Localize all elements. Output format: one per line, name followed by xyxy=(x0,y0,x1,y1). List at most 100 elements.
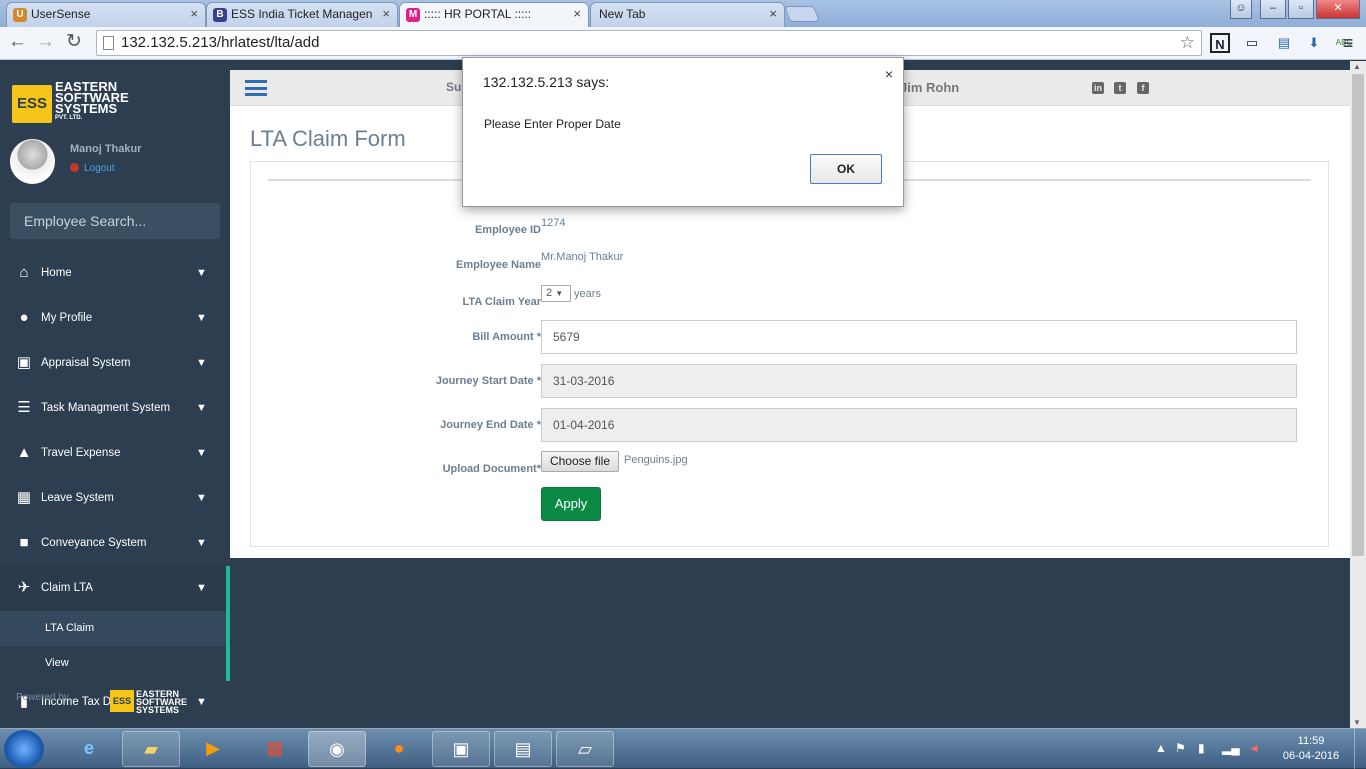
network-icon[interactable]: ▂▄ xyxy=(1222,741,1240,755)
submenu-view[interactable]: View xyxy=(0,646,226,681)
alert-dialog: 132.132.5.213 says: × Please Enter Prope… xyxy=(462,57,904,207)
menu-item-appraisal[interactable]: ▣ Appraisal System ▼ xyxy=(0,341,230,386)
image-viewer-icon[interactable]: ▣ xyxy=(432,731,490,767)
journey-end-label: Journey End Date * xyxy=(440,419,541,431)
action-center-flag-icon[interactable]: ⚑ xyxy=(1175,741,1186,755)
cast-extension-icon[interactable]: ▭ xyxy=(1242,33,1262,53)
linkedin-icon[interactable]: in xyxy=(1092,82,1104,94)
vertical-scrollbar[interactable]: ▲ ▼ xyxy=(1350,61,1366,729)
user-icon[interactable]: ☺ xyxy=(1230,0,1252,19)
screen-extension-icon[interactable]: ▤ xyxy=(1274,33,1294,53)
dialog-title: 132.132.5.213 says: xyxy=(483,74,610,90)
calendar-icon: ▦ xyxy=(16,489,32,506)
avatar[interactable] xyxy=(10,139,55,184)
minimize-icon[interactable]: – xyxy=(1260,0,1286,19)
bookmark-star-icon[interactable]: ☆ xyxy=(1180,31,1195,55)
notepad-icon[interactable]: ▱ xyxy=(556,731,614,767)
menu-label: Appraisal System xyxy=(41,357,131,369)
url-text: 132.132.5.213/hrlatest/lta/add xyxy=(121,34,320,51)
user-name[interactable]: Manoj Thakur xyxy=(70,143,142,155)
apply-button[interactable]: Apply xyxy=(541,487,601,521)
chevron-down-icon: ▼ xyxy=(555,289,564,298)
tab-title: New Tab xyxy=(599,7,646,21)
internet-explorer-icon[interactable]: e xyxy=(60,731,118,767)
chrome-taskbar-icon[interactable]: ◉ xyxy=(308,731,366,767)
submenu-lta-claim[interactable]: LTA Claim xyxy=(0,611,226,646)
menu-item-my-profile[interactable]: ● My Profile ▼ xyxy=(0,296,230,341)
plane-icon: ✈ xyxy=(17,579,31,596)
tray-expand-icon[interactable]: ▲ xyxy=(1155,741,1167,755)
menu-item-home[interactable]: ⌂ Home ▼ xyxy=(0,251,230,296)
bill-amount-input[interactable]: 5679 xyxy=(541,320,1297,354)
choose-file-button[interactable]: Choose file xyxy=(541,451,619,472)
firefox-icon[interactable]: ● xyxy=(370,731,428,767)
scroll-down-icon[interactable]: ▼ xyxy=(1353,718,1361,727)
scrollbar-thumb[interactable] xyxy=(1352,74,1364,556)
truck-icon: ■ xyxy=(19,534,29,551)
browser-tab-hr-portal[interactable]: M ::::: HR PORTAL ::::: × xyxy=(399,2,589,27)
clock-time: 11:59 xyxy=(1297,735,1325,747)
quote-author: Jim Rohn xyxy=(900,80,960,95)
company-logo: ESS EASTERN SOFTWARE SYSTEMS PVT. LTD. xyxy=(12,80,162,126)
twitter-icon[interactable]: t xyxy=(1114,82,1126,94)
close-tab-icon[interactable]: × xyxy=(190,3,198,25)
menu-item-conveyance[interactable]: ■ Conveyance System ▼ xyxy=(0,521,230,566)
show-desktop-button[interactable] xyxy=(1354,729,1366,769)
address-bar[interactable]: 132.132.5.213/hrlatest/lta/add ☆ xyxy=(96,30,1202,56)
claim-year-select[interactable]: 2 ▼ xyxy=(541,285,571,302)
close-icon[interactable]: × xyxy=(885,66,893,82)
new-tab-button[interactable] xyxy=(784,6,820,22)
employee-search-input[interactable]: Employee Search... xyxy=(10,203,220,239)
media-player-icon[interactable]: ▶ xyxy=(184,731,242,767)
system-clock[interactable]: 11:59 06-04-2016 xyxy=(1280,734,1342,764)
start-button[interactable] xyxy=(4,730,44,768)
menu-item-task-management[interactable]: ☰ Task Managment System ▼ xyxy=(0,386,230,431)
clock-date: 06-04-2016 xyxy=(1282,750,1340,762)
back-icon[interactable]: ← xyxy=(8,31,27,53)
usb-icon[interactable]: ▮ xyxy=(1198,741,1205,755)
close-tab-icon[interactable]: × xyxy=(573,3,581,25)
scroll-up-icon[interactable]: ▲ xyxy=(1353,62,1361,71)
chevron-down-icon: ▼ xyxy=(196,492,207,504)
menu-item-claim-lta[interactable]: ✈ Claim LTA ▼ xyxy=(0,566,230,611)
forward-icon[interactable]: → xyxy=(36,31,55,53)
document-icon[interactable]: ▤ xyxy=(494,731,552,767)
tab-title: ::::: HR PORTAL ::::: xyxy=(424,7,532,21)
facebook-icon[interactable]: f xyxy=(1137,82,1149,94)
journey-start-date-input[interactable]: 31-03-2016 xyxy=(541,364,1297,398)
onenote-extension-icon[interactable]: N xyxy=(1210,33,1230,53)
selected-file-name: Penguins.jpg xyxy=(624,454,688,466)
powered-by-text: Powered by xyxy=(16,692,69,703)
menu-item-leave-system[interactable]: ▦ Leave System ▼ xyxy=(0,476,230,521)
status-dot-icon xyxy=(70,163,79,172)
chevron-down-icon: ▼ xyxy=(196,582,207,594)
page-title: LTA Claim Form xyxy=(250,126,406,151)
journey-end-date-input[interactable]: 01-04-2016 xyxy=(541,408,1297,442)
browser-tab-usersense[interactable]: U UserSense × xyxy=(6,2,206,27)
reload-icon[interactable]: ↻ xyxy=(66,31,82,53)
browser-tab-strip: U UserSense × B ESS India Ticket Managen… xyxy=(0,0,1366,27)
download-extension-icon[interactable]: ⬇ xyxy=(1304,33,1324,53)
file-explorer-icon[interactable]: ▰ xyxy=(122,731,180,767)
browser-tab-new-tab[interactable]: New Tab × xyxy=(590,2,785,27)
menu-label: Home xyxy=(41,267,72,279)
ok-button[interactable]: OK xyxy=(810,154,882,184)
volume-muted-icon[interactable]: ◄ xyxy=(1248,741,1260,755)
menu-item-travel-expense[interactable]: ▲ Travel Expense ▼ xyxy=(0,431,230,476)
browser-tab-ess-ticket[interactable]: B ESS India Ticket Managen × xyxy=(206,2,398,27)
menu-icon[interactable]: ≡ xyxy=(1338,33,1358,53)
chevron-down-icon: ▼ xyxy=(196,447,207,459)
ticket-favicon: B xyxy=(213,8,227,22)
close-tab-icon[interactable]: × xyxy=(769,3,777,25)
watermark-logo-mark: ESS xyxy=(110,690,134,712)
close-tab-icon[interactable]: × xyxy=(382,3,390,25)
maximize-icon[interactable]: ▫ xyxy=(1288,0,1314,19)
employee-id-label: Employee ID xyxy=(474,224,541,236)
apps-grid-icon[interactable]: ▦ xyxy=(246,731,304,767)
logout-link[interactable]: Logout xyxy=(70,163,115,174)
close-window-icon[interactable]: ✕ xyxy=(1316,0,1360,19)
lta-claim-form: Employee ID 1274 Employee Name Mr.Manoj … xyxy=(250,161,1329,547)
hamburger-menu-icon[interactable] xyxy=(245,80,267,96)
active-indicator xyxy=(226,566,230,681)
employee-name-value: Mr.Manoj Thakur xyxy=(541,251,624,263)
